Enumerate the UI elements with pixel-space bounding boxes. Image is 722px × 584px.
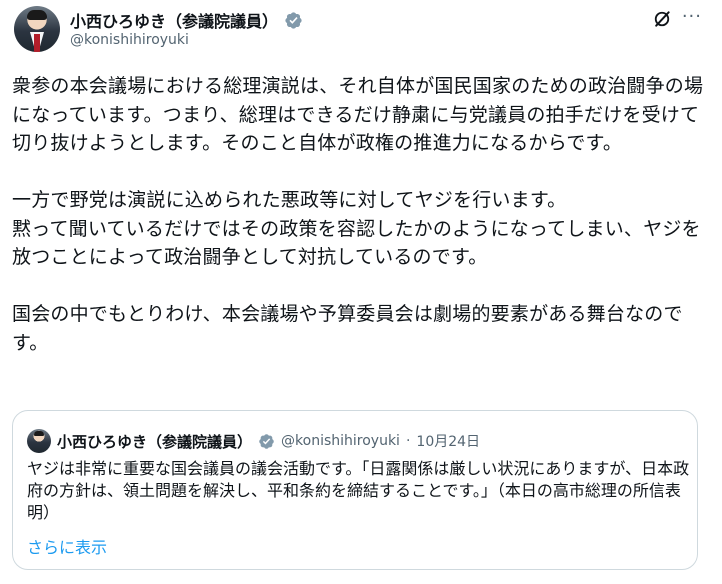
grok-icon[interactable] (652, 9, 672, 29)
post-text: 衆参の本会議場における総理演説は、それ自体が国民国家のための政治闘争の場になって… (12, 75, 704, 354)
quoted-post-header: 小西ひろゆき（参議院議員） @konishihiroyuki · 10月24日 (27, 429, 480, 453)
author-name-line: 小西ひろゆき（参議院議員） (70, 8, 303, 32)
quoted-author-display-name: 小西ひろゆき（参議院議員） (57, 432, 253, 451)
quoted-post-text: ヤジは非常に重要な国会議員の議会活動です。「日露関係は厳しい状況にありますが、日… (27, 459, 690, 522)
quoted-verified-badge-icon (259, 433, 274, 449)
quoted-author-avatar (27, 429, 51, 453)
quoted-post-date: 10月24日 (416, 434, 481, 450)
show-more-link[interactable]: さらに表示 (27, 534, 107, 558)
author-display-name[interactable]: 小西ひろゆき（参議院議員） (70, 8, 278, 32)
quoted-post[interactable]: 小西ひろゆき（参議院議員） @konishihiroyuki · 10月24日 … (12, 410, 698, 570)
more-options-icon[interactable]: ··· (682, 6, 702, 27)
author-handle[interactable]: @konishihiroyuki (70, 32, 189, 48)
author-avatar[interactable] (14, 6, 60, 52)
post-header: 小西ひろゆき（参議院議員） @konishihiroyuki ··· (14, 6, 714, 58)
quoted-author-handle: @konishihiroyuki (281, 433, 400, 449)
avatar-tie (34, 34, 40, 52)
separator-dot: · (405, 433, 411, 449)
verified-badge-icon[interactable] (284, 11, 303, 30)
